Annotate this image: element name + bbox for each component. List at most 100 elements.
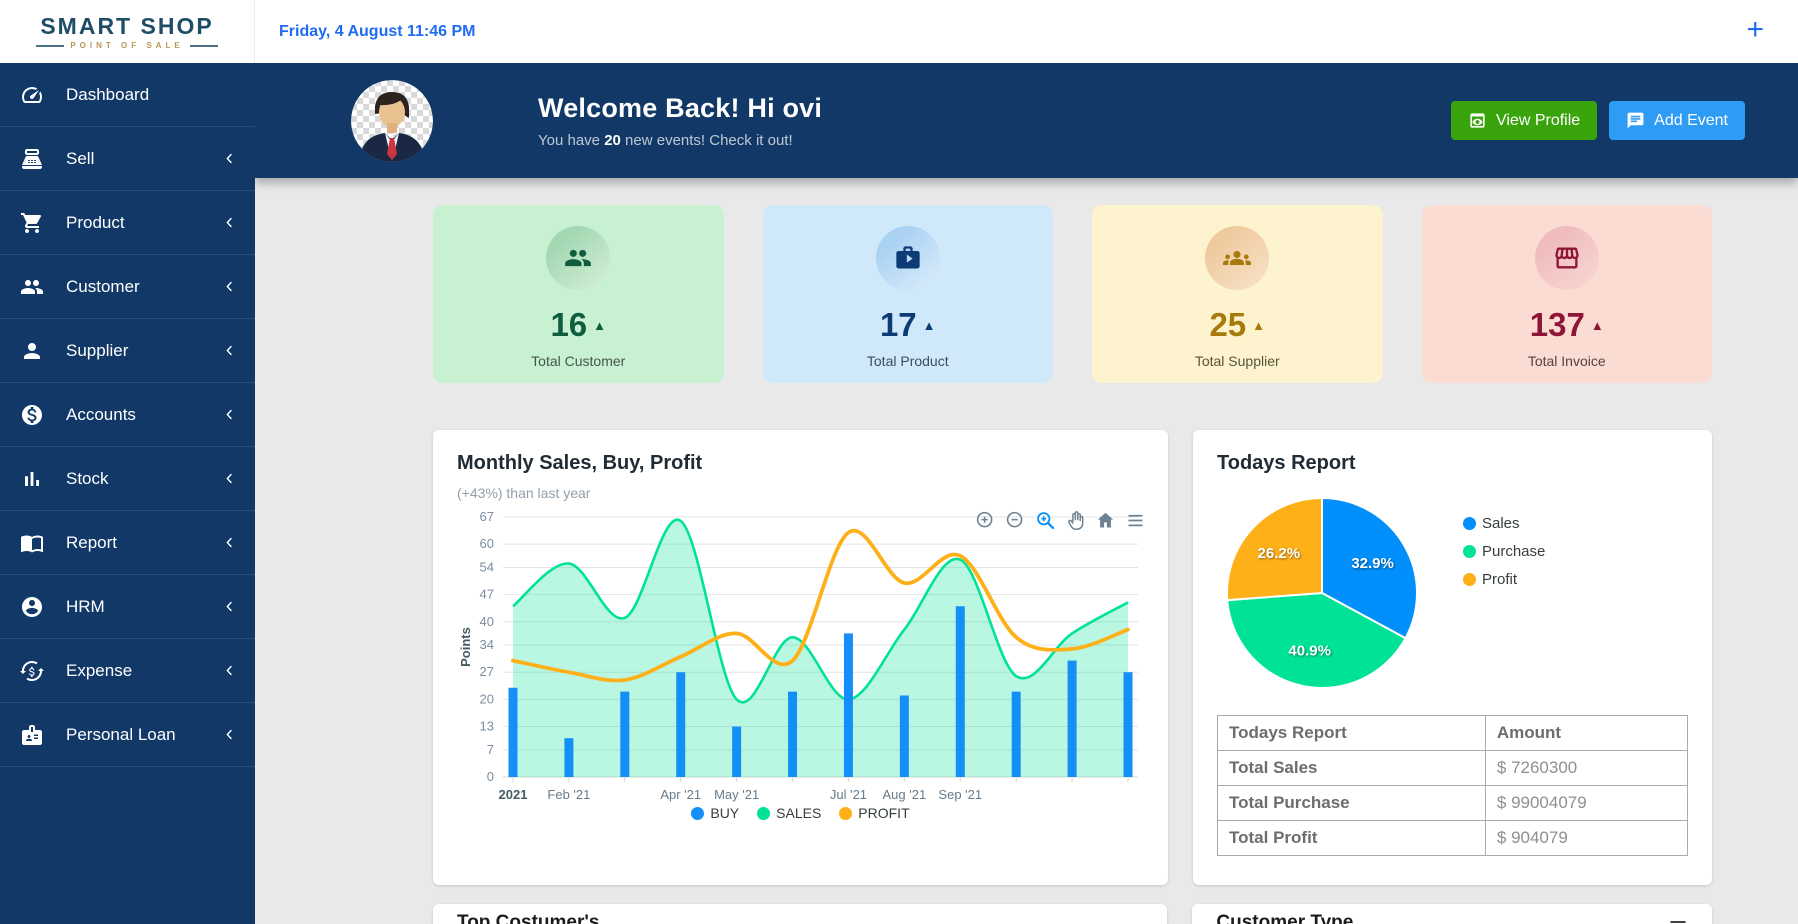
sidebar-item-report[interactable]: Report [0, 511, 255, 575]
svg-text:60: 60 [480, 536, 494, 551]
pan-icon[interactable] [1065, 510, 1086, 531]
buy-bar[interactable] [956, 606, 965, 777]
svg-text:Aug '21: Aug '21 [883, 787, 927, 802]
app-window: SMART SHOP POINT OF SALE Friday, 4 Augus… [0, 0, 1798, 924]
chevron-left-icon [222, 279, 237, 294]
brand-tagline: POINT OF SALE [36, 41, 217, 50]
menu-icon[interactable] [1125, 510, 1146, 531]
svg-text:27: 27 [480, 664, 494, 679]
datetime-text: Friday, 4 August 11:46 PM [279, 23, 476, 41]
sidebar-item-label: Report [66, 533, 222, 553]
sidebar-item-label: HRM [66, 597, 222, 617]
charts-row: Monthly Sales, Buy, Profit (+43%) than l… [433, 430, 1712, 885]
plus-button[interactable]: + [1746, 15, 1764, 45]
legend-item-profit[interactable]: PROFIT [839, 805, 909, 821]
add-event-button[interactable]: Add Event [1609, 101, 1745, 140]
stat-icon-circle [546, 226, 610, 290]
legend-item-buy[interactable]: BUY [691, 805, 739, 821]
table-cell-amount: $ 904079 [1485, 821, 1687, 856]
svg-text:Feb '21: Feb '21 [547, 787, 590, 802]
person-icon [20, 339, 44, 363]
trend-up-icon: ▲ [1591, 318, 1604, 333]
svg-text:47: 47 [480, 587, 494, 602]
chevron-left-icon [222, 343, 237, 358]
sidebar-item-accounts[interactable]: Accounts [0, 383, 255, 447]
svg-text:40: 40 [480, 614, 494, 629]
buy-bar[interactable] [676, 672, 685, 777]
stat-card-total-product: 17▲Total Product [763, 205, 1054, 383]
sidebar-item-expense[interactable]: Expense [0, 639, 255, 703]
stat-label: Total Invoice [1528, 353, 1606, 369]
group-icon [564, 244, 592, 272]
sales-chart-card: Monthly Sales, Buy, Profit (+43%) than l… [433, 430, 1168, 885]
legend-dot [691, 807, 704, 820]
buy-bar[interactable] [788, 692, 797, 777]
sell-icon [20, 147, 44, 171]
sidebar-item-label: Expense [66, 661, 222, 681]
pie-slice-label: 32.9% [1351, 555, 1394, 572]
table-cell-label: Total Sales [1218, 751, 1486, 786]
welcome-banner: Welcome Back! Hi ovi You have 20 new eve… [255, 63, 1798, 178]
sales-chart-legend: BUY SALES PROFIT [457, 805, 1144, 821]
zoom-in-icon[interactable] [975, 510, 996, 531]
table-cell-label: Total Purchase [1218, 786, 1486, 821]
stat-card-total-customer: 16▲Total Customer [433, 205, 724, 383]
home-icon[interactable] [1095, 510, 1116, 531]
report-pie-chart[interactable]: 32.9%40.9%26.2% [1217, 493, 1435, 693]
sidebar-item-label: Customer [66, 277, 222, 297]
buy-bar[interactable] [1124, 672, 1133, 777]
sidebar-item-customer[interactable]: Customer [0, 255, 255, 319]
stat-value: 25▲ [1209, 306, 1265, 344]
legend-dot [1463, 517, 1476, 530]
groups-icon [1223, 244, 1251, 272]
view-profile-button[interactable]: View Profile [1451, 101, 1597, 140]
svg-text:Sep '21: Sep '21 [938, 787, 982, 802]
buy-bar[interactable] [1012, 692, 1021, 777]
legend-dot [1463, 573, 1476, 586]
chevron-left-icon [222, 535, 237, 550]
buy-bar[interactable] [900, 696, 909, 777]
stat-icon-circle [1535, 226, 1599, 290]
svg-text:Apr '21: Apr '21 [660, 787, 701, 802]
pie-legend-item-profit[interactable]: Profit [1463, 571, 1545, 588]
svg-text:54: 54 [480, 559, 494, 574]
buy-bar[interactable] [1068, 661, 1077, 777]
sidebar-item-sell[interactable]: Sell [0, 127, 255, 191]
pie-legend-item-purchase[interactable]: Purchase [1463, 543, 1545, 560]
user-avatar[interactable] [351, 80, 433, 162]
svg-text:Jul '21: Jul '21 [830, 787, 867, 802]
sidebar-item-label: Supplier [66, 341, 222, 361]
buy-bar[interactable] [564, 738, 573, 777]
sidebar-item-label: Accounts [66, 405, 222, 425]
stat-card-total-supplier: 25▲Total Supplier [1092, 205, 1383, 383]
sidebar-item-personal-loan[interactable]: Personal Loan [0, 703, 255, 767]
table-row: Total Purchase$ 99004079 [1218, 786, 1688, 821]
buy-bar[interactable] [509, 688, 518, 777]
buy-bar[interactable] [844, 633, 853, 777]
sidebar-item-dashboard[interactable]: Dashboard [0, 63, 255, 127]
sidebar-item-supplier[interactable]: Supplier [0, 319, 255, 383]
selection-zoom-icon[interactable] [1035, 510, 1056, 531]
pie-legend-item-sales[interactable]: Sales [1463, 515, 1545, 532]
welcome-title: Welcome Back! Hi ovi [538, 93, 822, 124]
table-cell-amount: $ 7260300 [1485, 751, 1687, 786]
svg-text:13: 13 [480, 719, 494, 734]
table-row: Total Sales$ 7260300 [1218, 751, 1688, 786]
bar-chart-icon [20, 467, 44, 491]
legend-item-sales[interactable]: SALES [757, 805, 821, 821]
dashboard-content: 16▲Total Customer17▲Total Product25▲Tota… [255, 178, 1798, 924]
legend-dot [839, 807, 852, 820]
sidebar-item-product[interactable]: Product [0, 191, 255, 255]
sidebar-item-label: Stock [66, 469, 222, 489]
sidebar-nav: DashboardSellProduct Customer Supplier Acco… [0, 63, 255, 924]
sales-chart-canvas[interactable]: 071320273440475460672021Feb '21Apr '21Ma… [457, 507, 1144, 805]
menu-icon[interactable] [1668, 916, 1688, 924]
sidebar-item-stock[interactable]: Stock [0, 447, 255, 511]
buy-bar[interactable] [620, 692, 629, 777]
trend-up-icon: ▲ [1252, 318, 1265, 333]
zoom-out-icon[interactable] [1005, 510, 1026, 531]
sidebar-item-hrm[interactable]: HRM [0, 575, 255, 639]
storefront-icon [1553, 244, 1581, 272]
chart-toolbar [975, 510, 1146, 531]
buy-bar[interactable] [732, 727, 741, 777]
